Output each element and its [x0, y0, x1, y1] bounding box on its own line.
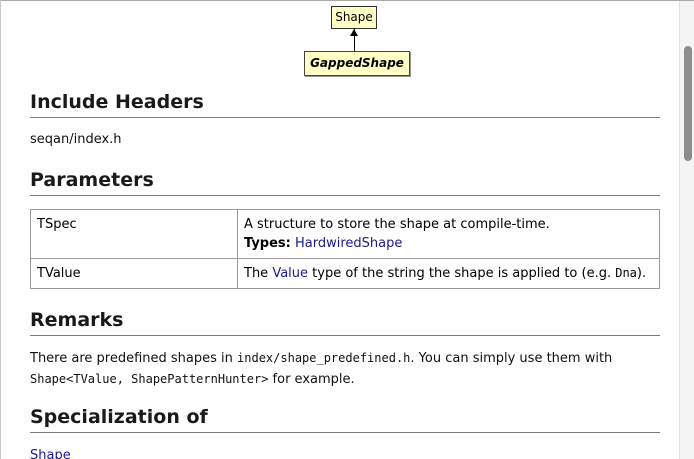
param-desc-suffix: ). — [636, 266, 647, 281]
remarks-line1-prefix: There are predefined shapes in — [30, 351, 238, 366]
document-content: Shape GappedShape Include Headers seqan/… — [0, 0, 679, 459]
parameters-heading: Parameters — [30, 168, 660, 196]
remarks-line2-suffix: for example. — [268, 372, 355, 387]
param-name: TSpec — [30, 209, 238, 259]
remarks-line-1: There are predefined shapes in index/sha… — [30, 348, 660, 369]
param-name: TValue — [30, 258, 238, 289]
param-description: A structure to store the shape at compil… — [237, 209, 660, 259]
param-desc-code: Dna — [615, 266, 637, 280]
param-description-text: A structure to store the shape at compil… — [244, 217, 550, 232]
window-top-border — [0, 0, 694, 1]
remarks-line1-code: index/shape_predefined.h — [237, 351, 411, 365]
table-row: TSpec A structure to store the shape at … — [30, 209, 660, 259]
remarks-line-2: Shape<TValue, ShapePatternHunter> for ex… — [30, 369, 660, 390]
inheritance-arrow-line — [354, 29, 355, 51]
value-link[interactable]: Value — [272, 266, 308, 281]
param-desc-middle: type of the string the shape is applied … — [308, 266, 616, 281]
window-left-border — [0, 0, 1, 459]
diagram-node-gappedshape[interactable]: GappedShape — [304, 51, 410, 76]
diagram-node-shape-label: Shape — [335, 10, 373, 24]
remarks-text: There are predefined shapes in index/sha… — [30, 348, 660, 390]
remarks-line2-code: Shape<TValue, ShapePatternHunter> — [30, 372, 269, 386]
hardwiredshape-link[interactable]: HardwiredShape — [295, 236, 402, 251]
remarks-heading: Remarks — [30, 308, 660, 336]
param-types: Types: HardwiredShape — [244, 234, 653, 253]
include-headers-heading: Include Headers — [30, 90, 660, 118]
table-row: TValue The Value type of the string the … — [30, 258, 660, 289]
diagram-node-gappedshape-label: GappedShape — [310, 56, 404, 70]
specialization-shape-link[interactable]: Shape — [30, 447, 71, 459]
param-description: The Value type of the string the shape i… — [237, 258, 660, 289]
remarks-line1-suffix: . You can simply use them with — [410, 351, 613, 366]
vertical-scrollbar[interactable] — [679, 1, 694, 459]
diagram-node-shape[interactable]: Shape — [331, 6, 377, 29]
param-desc-prefix: The — [244, 266, 273, 281]
param-types-label: Types: — [244, 236, 291, 251]
scrollbar-thumb[interactable] — [684, 46, 692, 161]
include-header-value: seqan/index.h — [30, 132, 122, 147]
parameters-table: TSpec A structure to store the shape at … — [30, 209, 660, 289]
specialization-heading: Specialization of — [30, 405, 660, 433]
